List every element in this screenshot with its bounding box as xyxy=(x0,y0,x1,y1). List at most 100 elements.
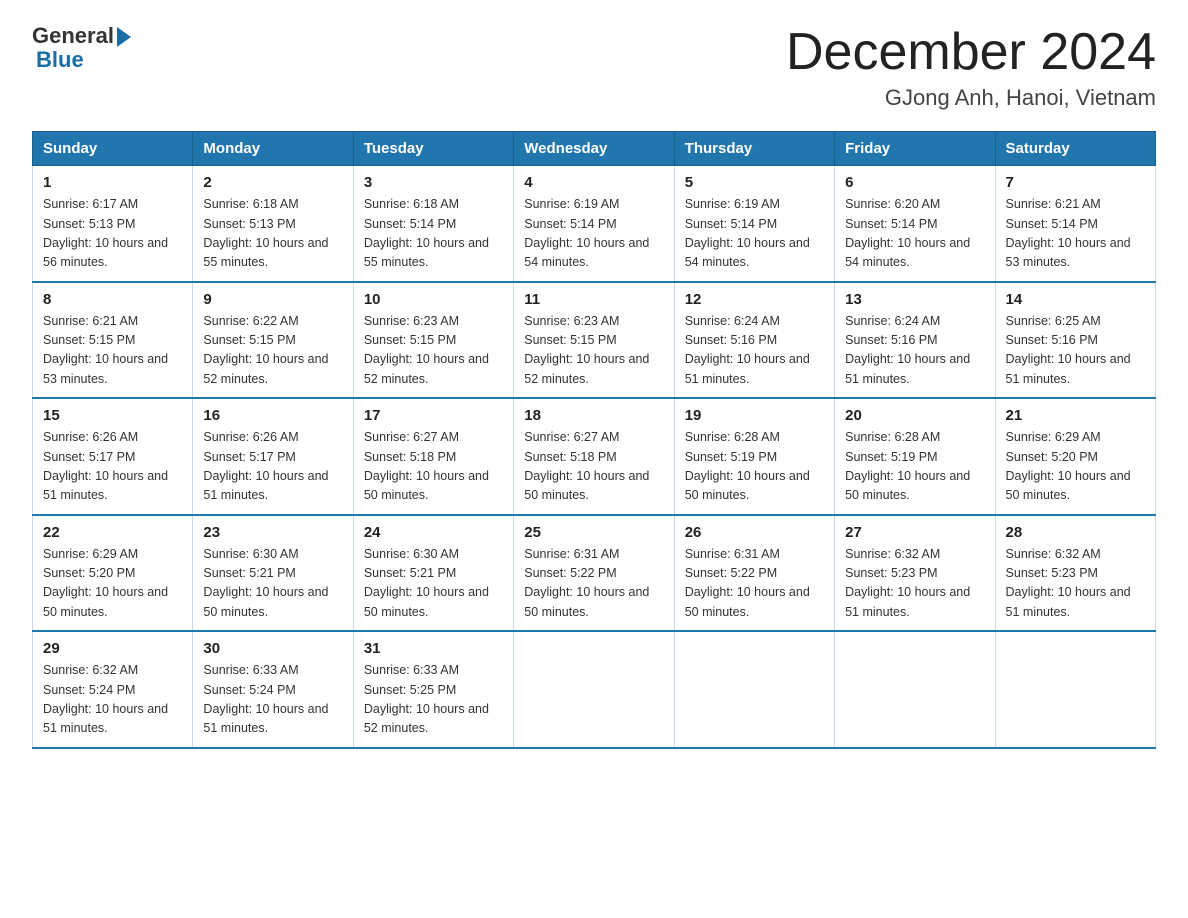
table-row: 21 Sunrise: 6:29 AMSunset: 5:20 PMDaylig… xyxy=(995,398,1155,515)
title-block: December 2024 GJong Anh, Hanoi, Vietnam xyxy=(786,24,1156,111)
table-row: 6 Sunrise: 6:20 AMSunset: 5:14 PMDayligh… xyxy=(835,166,995,282)
day-info: Sunrise: 6:26 AMSunset: 5:17 PMDaylight:… xyxy=(203,430,328,502)
day-info: Sunrise: 6:24 AMSunset: 5:16 PMDaylight:… xyxy=(685,314,810,386)
day-number: 2 xyxy=(203,174,342,191)
day-number: 16 xyxy=(203,407,342,424)
table-row: 16 Sunrise: 6:26 AMSunset: 5:17 PMDaylig… xyxy=(193,398,353,515)
day-number: 5 xyxy=(685,174,824,191)
day-info: Sunrise: 6:21 AMSunset: 5:15 PMDaylight:… xyxy=(43,314,168,386)
day-number: 21 xyxy=(1006,407,1145,424)
day-info: Sunrise: 6:23 AMSunset: 5:15 PMDaylight:… xyxy=(364,314,489,386)
day-info: Sunrise: 6:20 AMSunset: 5:14 PMDaylight:… xyxy=(845,197,970,269)
day-info: Sunrise: 6:32 AMSunset: 5:23 PMDaylight:… xyxy=(845,547,970,619)
calendar-title: December 2024 xyxy=(786,24,1156,81)
day-info: Sunrise: 6:31 AMSunset: 5:22 PMDaylight:… xyxy=(524,547,649,619)
table-row: 22 Sunrise: 6:29 AMSunset: 5:20 PMDaylig… xyxy=(33,515,193,632)
day-info: Sunrise: 6:30 AMSunset: 5:21 PMDaylight:… xyxy=(203,547,328,619)
table-row: 23 Sunrise: 6:30 AMSunset: 5:21 PMDaylig… xyxy=(193,515,353,632)
logo-text-blue: Blue xyxy=(36,48,131,72)
day-number: 19 xyxy=(685,407,824,424)
day-info: Sunrise: 6:25 AMSunset: 5:16 PMDaylight:… xyxy=(1006,314,1131,386)
day-number: 23 xyxy=(203,524,342,541)
day-info: Sunrise: 6:33 AMSunset: 5:25 PMDaylight:… xyxy=(364,663,489,735)
day-number: 27 xyxy=(845,524,984,541)
table-row: 25 Sunrise: 6:31 AMSunset: 5:22 PMDaylig… xyxy=(514,515,674,632)
day-number: 22 xyxy=(43,524,182,541)
table-row xyxy=(674,631,834,748)
table-row: 10 Sunrise: 6:23 AMSunset: 5:15 PMDaylig… xyxy=(353,282,513,399)
day-number: 4 xyxy=(524,174,663,191)
calendar-subtitle: GJong Anh, Hanoi, Vietnam xyxy=(786,85,1156,111)
day-info: Sunrise: 6:17 AMSunset: 5:13 PMDaylight:… xyxy=(43,197,168,269)
calendar-week-row: 29 Sunrise: 6:32 AMSunset: 5:24 PMDaylig… xyxy=(33,631,1156,748)
day-number: 11 xyxy=(524,291,663,308)
day-info: Sunrise: 6:28 AMSunset: 5:19 PMDaylight:… xyxy=(845,430,970,502)
table-row: 20 Sunrise: 6:28 AMSunset: 5:19 PMDaylig… xyxy=(835,398,995,515)
day-number: 9 xyxy=(203,291,342,308)
day-info: Sunrise: 6:30 AMSunset: 5:21 PMDaylight:… xyxy=(364,547,489,619)
day-info: Sunrise: 6:18 AMSunset: 5:13 PMDaylight:… xyxy=(203,197,328,269)
day-info: Sunrise: 6:31 AMSunset: 5:22 PMDaylight:… xyxy=(685,547,810,619)
col-sunday: Sunday xyxy=(33,132,193,166)
table-row: 4 Sunrise: 6:19 AMSunset: 5:14 PMDayligh… xyxy=(514,166,674,282)
day-info: Sunrise: 6:27 AMSunset: 5:18 PMDaylight:… xyxy=(524,430,649,502)
table-row xyxy=(835,631,995,748)
day-number: 30 xyxy=(203,640,342,657)
calendar-week-row: 22 Sunrise: 6:29 AMSunset: 5:20 PMDaylig… xyxy=(33,515,1156,632)
day-number: 18 xyxy=(524,407,663,424)
day-number: 8 xyxy=(43,291,182,308)
day-number: 24 xyxy=(364,524,503,541)
calendar-header-row: Sunday Monday Tuesday Wednesday Thursday… xyxy=(33,132,1156,166)
day-number: 12 xyxy=(685,291,824,308)
col-saturday: Saturday xyxy=(995,132,1155,166)
table-row: 12 Sunrise: 6:24 AMSunset: 5:16 PMDaylig… xyxy=(674,282,834,399)
day-number: 6 xyxy=(845,174,984,191)
day-number: 20 xyxy=(845,407,984,424)
day-info: Sunrise: 6:32 AMSunset: 5:24 PMDaylight:… xyxy=(43,663,168,735)
table-row: 18 Sunrise: 6:27 AMSunset: 5:18 PMDaylig… xyxy=(514,398,674,515)
day-info: Sunrise: 6:29 AMSunset: 5:20 PMDaylight:… xyxy=(1006,430,1131,502)
calendar-table: Sunday Monday Tuesday Wednesday Thursday… xyxy=(32,131,1156,749)
table-row: 17 Sunrise: 6:27 AMSunset: 5:18 PMDaylig… xyxy=(353,398,513,515)
calendar-week-row: 8 Sunrise: 6:21 AMSunset: 5:15 PMDayligh… xyxy=(33,282,1156,399)
day-info: Sunrise: 6:23 AMSunset: 5:15 PMDaylight:… xyxy=(524,314,649,386)
day-number: 3 xyxy=(364,174,503,191)
day-info: Sunrise: 6:22 AMSunset: 5:15 PMDaylight:… xyxy=(203,314,328,386)
day-number: 7 xyxy=(1006,174,1145,191)
day-info: Sunrise: 6:24 AMSunset: 5:16 PMDaylight:… xyxy=(845,314,970,386)
table-row: 26 Sunrise: 6:31 AMSunset: 5:22 PMDaylig… xyxy=(674,515,834,632)
table-row: 11 Sunrise: 6:23 AMSunset: 5:15 PMDaylig… xyxy=(514,282,674,399)
day-info: Sunrise: 6:21 AMSunset: 5:14 PMDaylight:… xyxy=(1006,197,1131,269)
day-info: Sunrise: 6:27 AMSunset: 5:18 PMDaylight:… xyxy=(364,430,489,502)
table-row: 28 Sunrise: 6:32 AMSunset: 5:23 PMDaylig… xyxy=(995,515,1155,632)
table-row: 15 Sunrise: 6:26 AMSunset: 5:17 PMDaylig… xyxy=(33,398,193,515)
day-number: 25 xyxy=(524,524,663,541)
day-info: Sunrise: 6:26 AMSunset: 5:17 PMDaylight:… xyxy=(43,430,168,502)
calendar-week-row: 15 Sunrise: 6:26 AMSunset: 5:17 PMDaylig… xyxy=(33,398,1156,515)
table-row: 13 Sunrise: 6:24 AMSunset: 5:16 PMDaylig… xyxy=(835,282,995,399)
table-row: 29 Sunrise: 6:32 AMSunset: 5:24 PMDaylig… xyxy=(33,631,193,748)
table-row: 2 Sunrise: 6:18 AMSunset: 5:13 PMDayligh… xyxy=(193,166,353,282)
table-row: 27 Sunrise: 6:32 AMSunset: 5:23 PMDaylig… xyxy=(835,515,995,632)
calendar-week-row: 1 Sunrise: 6:17 AMSunset: 5:13 PMDayligh… xyxy=(33,166,1156,282)
col-friday: Friday xyxy=(835,132,995,166)
table-row: 1 Sunrise: 6:17 AMSunset: 5:13 PMDayligh… xyxy=(33,166,193,282)
table-row: 3 Sunrise: 6:18 AMSunset: 5:14 PMDayligh… xyxy=(353,166,513,282)
table-row: 30 Sunrise: 6:33 AMSunset: 5:24 PMDaylig… xyxy=(193,631,353,748)
table-row: 19 Sunrise: 6:28 AMSunset: 5:19 PMDaylig… xyxy=(674,398,834,515)
col-wednesday: Wednesday xyxy=(514,132,674,166)
day-number: 10 xyxy=(364,291,503,308)
col-thursday: Thursday xyxy=(674,132,834,166)
day-number: 1 xyxy=(43,174,182,191)
day-info: Sunrise: 6:19 AMSunset: 5:14 PMDaylight:… xyxy=(524,197,649,269)
table-row: 7 Sunrise: 6:21 AMSunset: 5:14 PMDayligh… xyxy=(995,166,1155,282)
logo-arrow-icon xyxy=(117,27,131,47)
table-row xyxy=(995,631,1155,748)
day-number: 13 xyxy=(845,291,984,308)
col-tuesday: Tuesday xyxy=(353,132,513,166)
day-number: 26 xyxy=(685,524,824,541)
col-monday: Monday xyxy=(193,132,353,166)
day-info: Sunrise: 6:18 AMSunset: 5:14 PMDaylight:… xyxy=(364,197,489,269)
table-row: 14 Sunrise: 6:25 AMSunset: 5:16 PMDaylig… xyxy=(995,282,1155,399)
table-row: 5 Sunrise: 6:19 AMSunset: 5:14 PMDayligh… xyxy=(674,166,834,282)
